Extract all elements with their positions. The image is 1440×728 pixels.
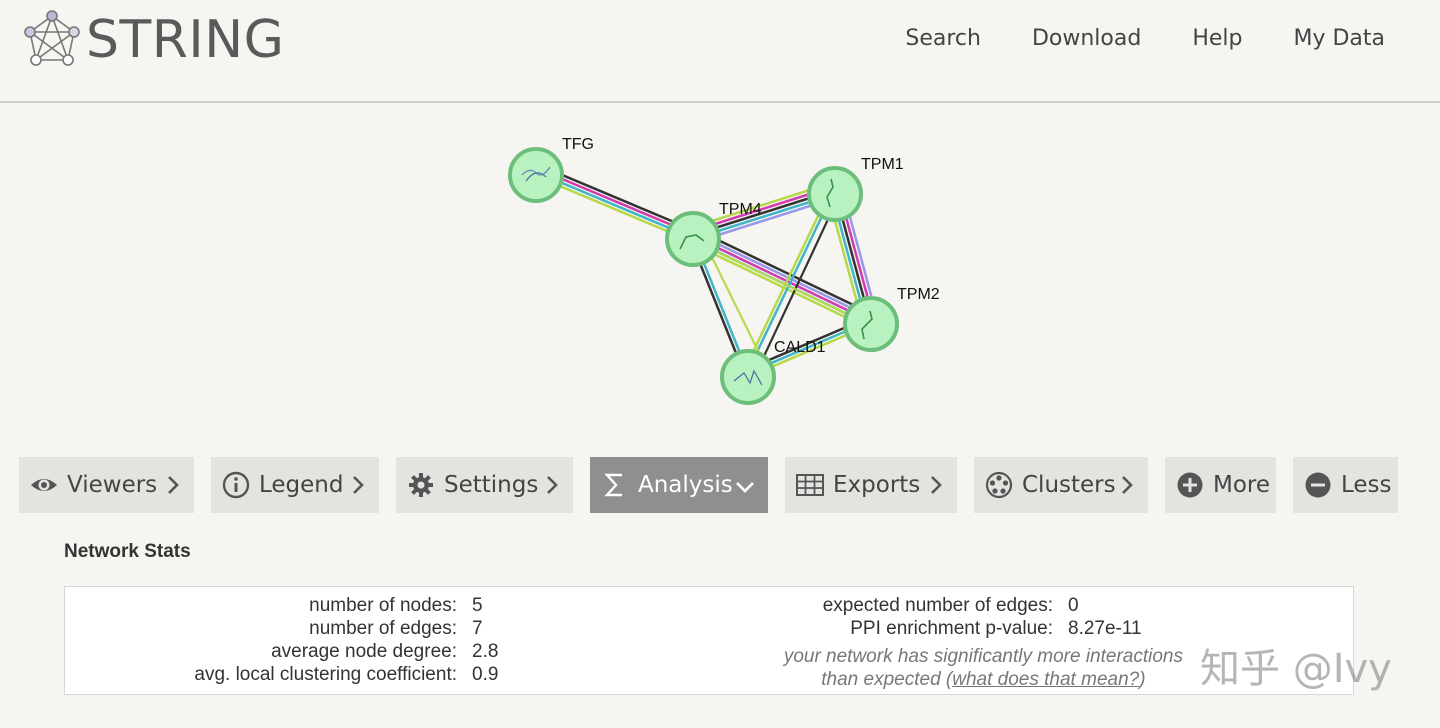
settings-label: Settings [444, 472, 539, 498]
clusters-button[interactable]: Clusters [974, 457, 1148, 513]
stat-label-edges: number of edges: [309, 618, 457, 639]
stat-row-nodes: number of nodes: 5 expected number of ed… [65, 594, 1353, 617]
nodes: TFG TPM4 TPM1 TPM2 CALD1 [508, 136, 940, 405]
minus-circle-icon [1305, 472, 1331, 498]
eye-icon [31, 479, 57, 491]
nav-search[interactable]: Search [905, 26, 981, 51]
stat-label-clustering: avg. local clustering coefficient: [194, 664, 457, 685]
sigma-icon [604, 473, 622, 497]
enrichment-note-line2: than expected (what does that mean?) [784, 668, 1183, 691]
main-nav: Search Download Help My Data [854, 26, 1385, 51]
node-label-tfg: TFG [562, 136, 594, 153]
node-label-cald1: CALD1 [774, 339, 826, 356]
more-button[interactable]: More [1165, 457, 1276, 513]
note-suffix: ) [1139, 669, 1146, 690]
string-logo-icon[interactable] [22, 10, 82, 68]
node-label-tpm2: TPM2 [897, 286, 940, 303]
stat-value-expected-edges: 0 [1068, 595, 1079, 616]
node-label-tpm4: TPM4 [719, 201, 762, 218]
less-button[interactable]: Less [1293, 457, 1398, 513]
nav-my-data[interactable]: My Data [1293, 26, 1385, 51]
chevron-right-icon [353, 476, 364, 494]
stat-value-ppi: 8.27e-11 [1068, 618, 1142, 639]
chevron-right-icon [931, 476, 942, 494]
network-stats-title: Network Stats [64, 541, 191, 562]
node-tpm1[interactable]: TPM1 [807, 156, 904, 222]
stat-value-nodes: 5 [472, 595, 483, 616]
analysis-label: Analysis [638, 472, 733, 498]
header: STRING Search Download Help My Data [0, 0, 1440, 103]
legend-label: Legend [259, 472, 344, 498]
stat-value-degree: 2.8 [472, 641, 499, 662]
nav-help[interactable]: Help [1192, 26, 1242, 51]
chevron-down-icon [736, 482, 754, 493]
network-graph[interactable]: TFG TPM4 TPM1 TPM2 CALD1 [0, 103, 1440, 438]
clusters-label: Clusters [1022, 472, 1116, 498]
viewers-button[interactable]: Viewers [19, 457, 194, 513]
chevron-right-icon [168, 476, 179, 494]
enrichment-note: your network has significantly more inte… [784, 645, 1183, 691]
exports-button[interactable]: Exports [785, 457, 957, 513]
less-label: Less [1341, 472, 1392, 498]
settings-button[interactable]: Settings [396, 457, 573, 513]
stat-label-nodes: number of nodes: [309, 595, 457, 616]
more-label: More [1213, 472, 1271, 498]
chevron-right-icon [547, 476, 558, 494]
stat-label-degree: average node degree: [271, 641, 457, 662]
stat-label-ppi: PPI enrichment p-value: [850, 618, 1053, 639]
exports-label: Exports [833, 472, 921, 498]
stat-label-expected-edges: expected number of edges: [822, 595, 1053, 616]
stat-value-clustering: 0.9 [472, 664, 499, 685]
network-stats-panel: number of nodes: 5 expected number of ed… [64, 586, 1354, 695]
toolbar: Viewers Legend Settings Analysis Exports… [0, 457, 1440, 513]
stat-value-edges: 7 [472, 618, 483, 639]
clusters-icon [985, 471, 1013, 499]
enrichment-note-line1: your network has significantly more inte… [783, 646, 1183, 667]
analysis-button[interactable]: Analysis [590, 457, 768, 513]
viewers-label: Viewers [67, 472, 158, 498]
table-icon [796, 474, 824, 496]
watermark: 知乎 @Ivy [1200, 646, 1392, 692]
gear-icon [409, 473, 433, 497]
plus-circle-icon [1177, 472, 1203, 498]
nav-download[interactable]: Download [1032, 26, 1141, 51]
info-icon [222, 471, 250, 499]
chevron-right-icon [1122, 476, 1133, 494]
brand-name[interactable]: STRING [86, 10, 284, 70]
stat-row-edges: number of edges: 7 PPI enrichment p-valu… [65, 617, 1353, 640]
node-label-tpm1: TPM1 [861, 156, 904, 173]
note-prefix: than expected ( [821, 669, 953, 690]
legend-button[interactable]: Legend [211, 457, 379, 513]
what-does-that-mean-link[interactable]: what does that mean? [952, 669, 1139, 690]
